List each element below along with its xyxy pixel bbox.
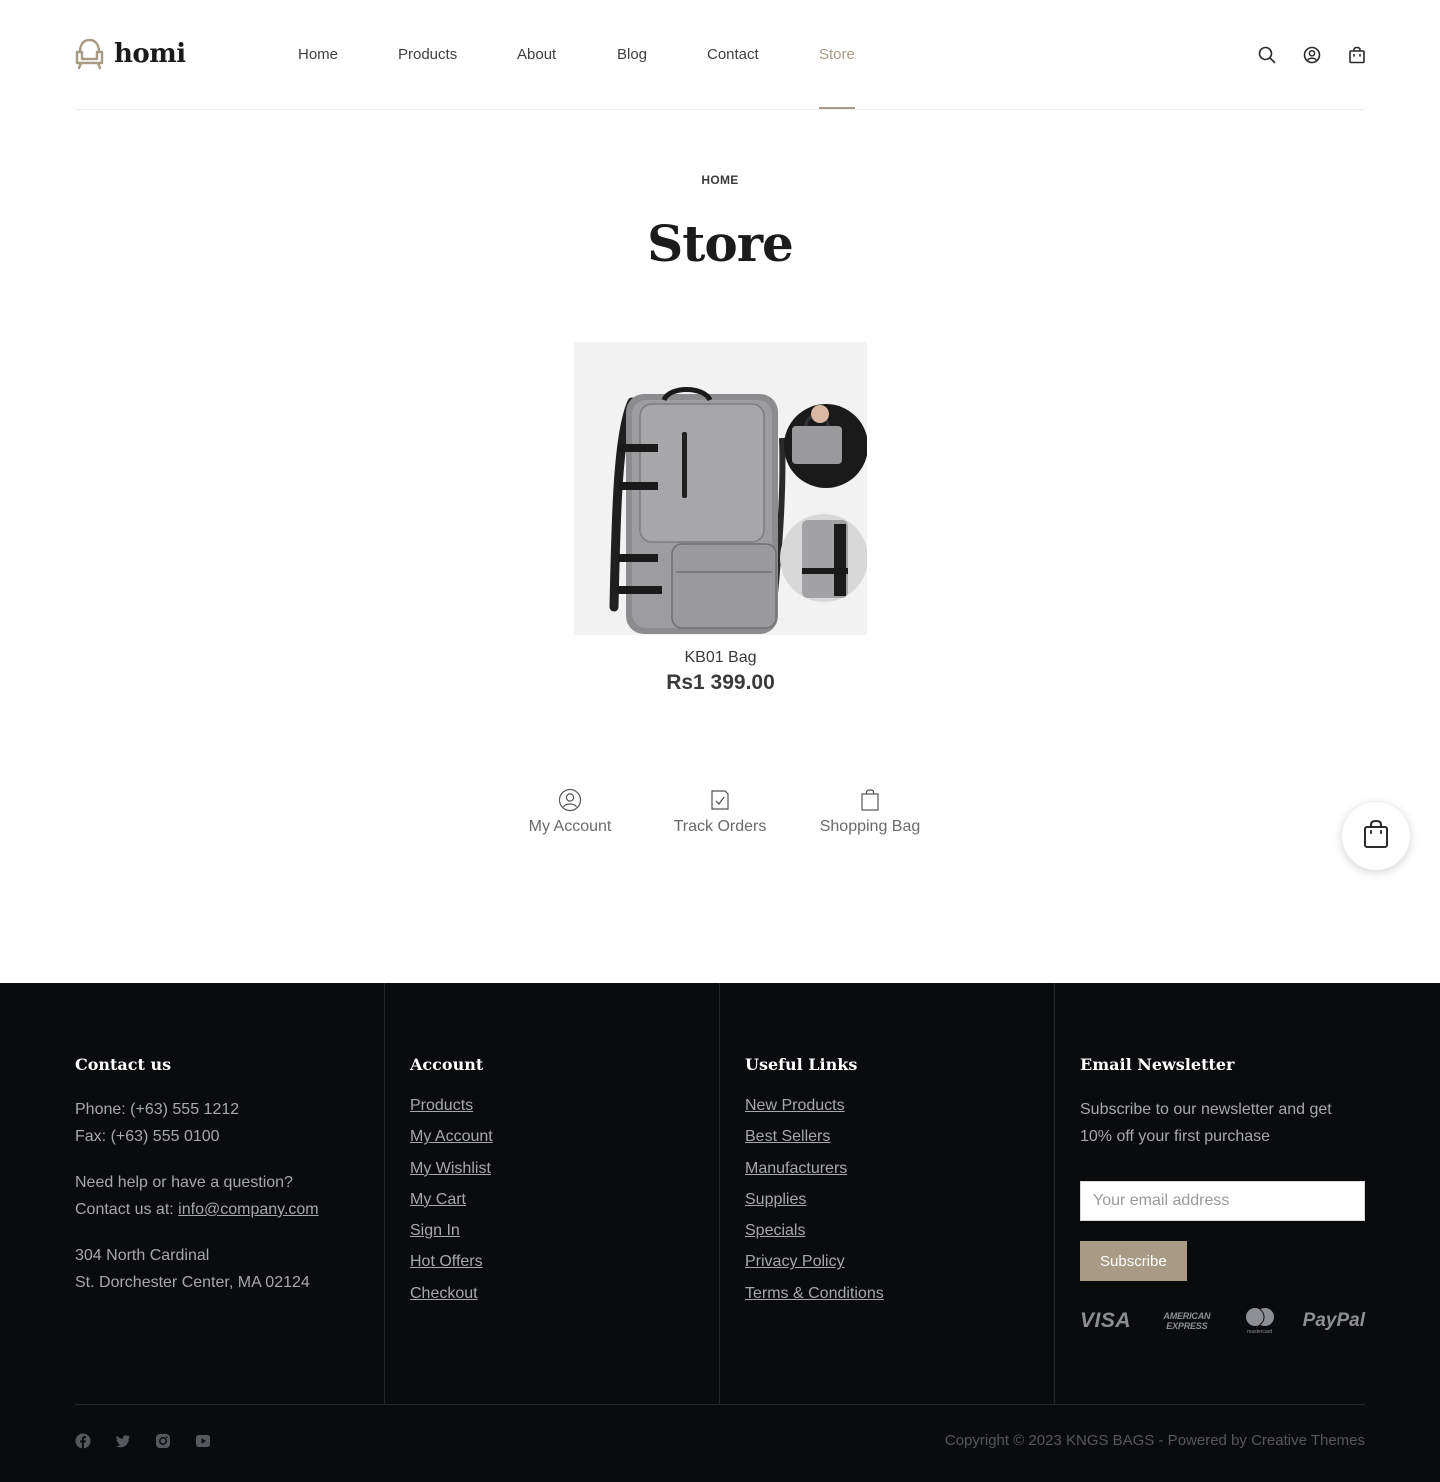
payment-methods: VISA AMERICAN EXPRESS mastercard PayPal	[1080, 1307, 1365, 1335]
footer-contact: Contact us Phone: (+63) 555 1212 Fax: (+…	[75, 1055, 319, 1296]
quick-link-shopping-bag[interactable]: Shopping Bag	[795, 788, 945, 836]
bag-icon	[795, 788, 945, 812]
nav-contact[interactable]: Contact	[707, 46, 759, 63]
footer-link-supplies[interactable]: Supplies	[745, 1184, 884, 1215]
amex-logo: AMERICAN EXPRESS	[1163, 1311, 1211, 1331]
cart-bag-icon	[1362, 819, 1390, 854]
quick-link-my-account[interactable]: My Account	[495, 788, 645, 836]
footer-link-hot-offers[interactable]: Hot Offers	[410, 1246, 493, 1277]
footer-newsletter: Email Newsletter Subscribe to our newsle…	[1080, 1055, 1365, 1335]
newsletter-email-input[interactable]	[1080, 1181, 1365, 1221]
footer-divider	[1054, 983, 1055, 1404]
nav-products[interactable]: Products	[398, 46, 457, 63]
mastercard-logo: mastercard	[1243, 1307, 1277, 1335]
quick-link-label: Track Orders	[673, 818, 767, 835]
footer-useful-links: Useful Links New Products Best Sellers M…	[745, 1055, 884, 1309]
main-nav: Home Products About Blog Contact Store	[75, 0, 1365, 110]
newsletter-text-1: Subscribe to our newsletter and get	[1080, 1101, 1332, 1118]
instagram-icon[interactable]	[155, 1433, 171, 1449]
paypal-logo: PayPal	[1302, 1310, 1365, 1331]
footer-link-manufacturers[interactable]: Manufacturers	[745, 1153, 884, 1184]
nav-about[interactable]: About	[517, 46, 556, 63]
contact-address-1: 304 North Cardinal	[75, 1247, 210, 1264]
footer-link-best-sellers[interactable]: Best Sellers	[745, 1121, 884, 1152]
product-card[interactable]: KB01 Bag Rs1 399.00	[574, 342, 867, 695]
nav-blog[interactable]: Blog	[617, 46, 647, 63]
footer-link-privacy-policy[interactable]: Privacy Policy	[745, 1246, 884, 1277]
contact-help: Need help or have a question?	[75, 1174, 293, 1191]
page-title: Store	[647, 214, 794, 273]
footer-link-terms[interactable]: Terms & Conditions	[745, 1278, 884, 1309]
contact-fax: Fax: (+63) 555 0100	[75, 1128, 220, 1145]
user-circle-icon	[495, 788, 645, 812]
youtube-icon[interactable]	[195, 1433, 211, 1449]
mastercard-label: mastercard	[1247, 1329, 1273, 1335]
nav-active-indicator	[819, 107, 855, 109]
footer-bottom-divider	[75, 1404, 1365, 1405]
copyright-text: Copyright © 2023 KNGS BAGS - Powered by …	[944, 1432, 1365, 1449]
nav-home[interactable]: Home	[298, 46, 338, 63]
contact-email-prefix: Contact us at:	[75, 1201, 179, 1218]
product-image[interactable]	[574, 342, 867, 635]
quick-link-track-orders[interactable]: Track Orders	[645, 788, 795, 836]
site-footer: Contact us Phone: (+63) 555 1212 Fax: (+…	[0, 983, 1440, 1482]
site-header: homi Home Products About Blog Contact St…	[75, 0, 1365, 110]
footer-heading: Useful Links	[745, 1055, 858, 1074]
footer-link-specials[interactable]: Specials	[745, 1215, 884, 1246]
checklist-icon	[645, 788, 795, 812]
footer-link-new-products[interactable]: New Products	[745, 1090, 884, 1121]
footer-heading: Contact us	[75, 1055, 172, 1074]
product-price: Rs1 399.00	[666, 671, 775, 694]
subscribe-button[interactable]: Subscribe	[1080, 1241, 1187, 1281]
footer-link-sign-in[interactable]: Sign In	[410, 1215, 493, 1246]
contact-address-2: St. Dorchester Center, MA 02124	[75, 1274, 310, 1291]
newsletter-text-2: 10% off your first purchase	[1080, 1128, 1271, 1145]
facebook-icon[interactable]	[75, 1433, 91, 1449]
footer-divider	[719, 983, 720, 1404]
quick-link-label: Shopping Bag	[819, 818, 921, 835]
bag-icon[interactable]	[1348, 46, 1366, 64]
footer-account: Account Products My Account My Wishlist …	[410, 1055, 493, 1309]
social-links	[75, 1433, 211, 1449]
footer-link-my-account[interactable]: My Account	[410, 1121, 493, 1152]
footer-link-products[interactable]: Products	[410, 1090, 493, 1121]
footer-link-my-wishlist[interactable]: My Wishlist	[410, 1153, 493, 1184]
contact-email-link[interactable]: info@company.com	[178, 1201, 318, 1218]
search-icon[interactable]	[1258, 46, 1276, 64]
contact-email-line: Contact us at: info@company.com	[75, 1196, 319, 1223]
quick-link-label: My Account	[528, 818, 612, 835]
product-name[interactable]: KB01 Bag	[574, 649, 867, 667]
footer-link-checkout[interactable]: Checkout	[410, 1278, 493, 1309]
contact-phone: Phone: (+63) 555 1212	[75, 1101, 240, 1118]
footer-heading: Account	[410, 1055, 484, 1074]
twitter-icon[interactable]	[115, 1433, 131, 1449]
breadcrumb[interactable]: HOME	[0, 173, 1440, 187]
footer-divider	[384, 983, 385, 1404]
footer-heading: Email Newsletter	[1080, 1055, 1235, 1074]
floating-cart-button[interactable]	[1342, 802, 1410, 870]
user-icon[interactable]	[1303, 46, 1321, 64]
footer-link-my-cart[interactable]: My Cart	[410, 1184, 493, 1215]
visa-logo: VISA	[1080, 1309, 1132, 1332]
nav-store[interactable]: Store	[819, 46, 855, 63]
